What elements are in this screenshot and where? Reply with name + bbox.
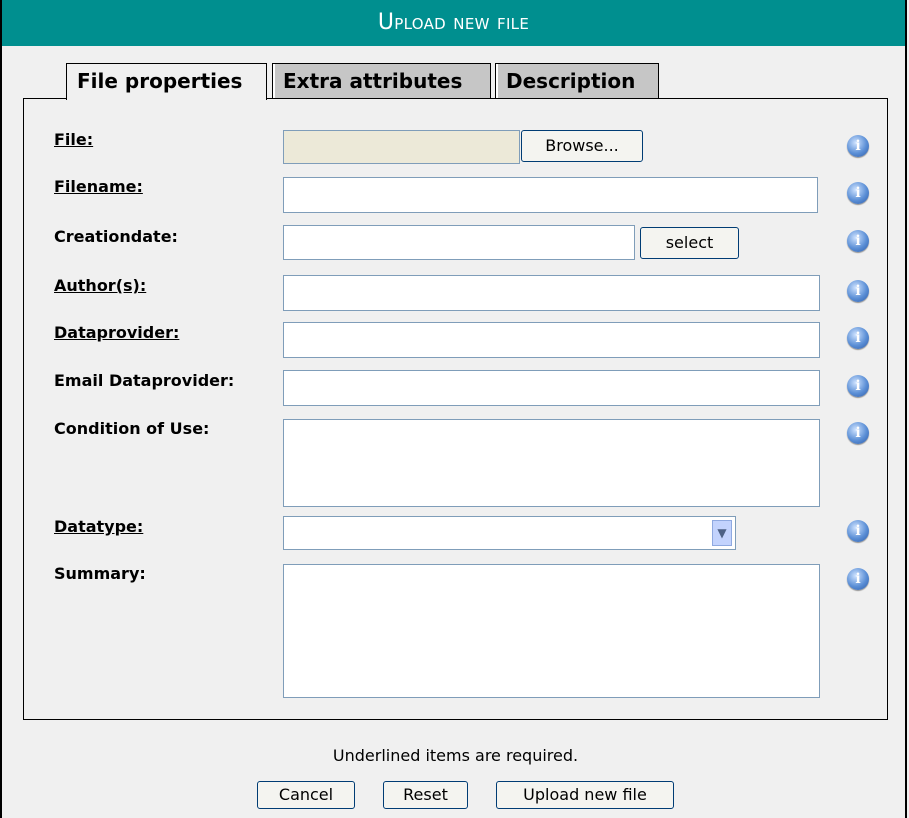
upload-dialog: Upload new file File properties Extra at… <box>0 0 907 818</box>
creationdate-label: Creationdate: <box>54 227 178 246</box>
dataprovider-info-icon[interactable]: i <box>847 327 869 349</box>
browse-button[interactable]: Browse... <box>521 130 643 162</box>
authors-label: Author(s): <box>54 276 147 295</box>
file-label: File: <box>54 130 94 149</box>
authors-input[interactable] <box>283 275 820 311</box>
tab-extra-attributes[interactable]: Extra attributes <box>272 63 491 98</box>
datatype-info-icon[interactable]: i <box>847 520 869 542</box>
datatype-select[interactable]: ▼ <box>283 516 736 550</box>
email-dataprovider-input[interactable] <box>283 370 820 406</box>
datatype-label: Datatype: <box>54 517 144 536</box>
file-info-icon[interactable]: i <box>847 135 869 157</box>
creationdate-input[interactable] <box>283 225 635 260</box>
condition-of-use-textarea[interactable] <box>283 419 820 507</box>
upload-new-file-button[interactable]: Upload new file <box>496 781 674 809</box>
cancel-button[interactable]: Cancel <box>257 781 355 809</box>
dialog-title-bar: Upload new file <box>2 0 905 46</box>
tab-file-properties[interactable]: File properties <box>66 63 267 100</box>
authors-info-icon[interactable]: i <box>847 280 869 302</box>
file-properties-panel: File: Browse... i Filename: i Creationda… <box>23 98 888 720</box>
dataprovider-input[interactable] <box>283 322 820 358</box>
condition-of-use-label: Condition of Use: <box>54 419 210 438</box>
dialog-title: Upload new file <box>377 10 530 35</box>
dataprovider-label: Dataprovider: <box>54 323 180 342</box>
filename-label: Filename: <box>54 177 143 196</box>
creationdate-info-icon[interactable]: i <box>847 230 869 252</box>
summary-info-icon[interactable]: i <box>847 568 869 590</box>
tab-description[interactable]: Description <box>495 63 659 98</box>
filename-info-icon[interactable]: i <box>847 182 869 204</box>
email-dataprovider-label: Email Dataprovider: <box>54 371 235 390</box>
reset-button[interactable]: Reset <box>383 781 468 809</box>
required-note: Underlined items are required. <box>332 746 579 765</box>
select-date-button[interactable]: select <box>640 227 739 259</box>
condition-of-use-info-icon[interactable]: i <box>847 422 869 444</box>
file-path-input[interactable] <box>283 130 520 164</box>
filename-input[interactable] <box>283 177 818 213</box>
email-dataprovider-info-icon[interactable]: i <box>847 375 869 397</box>
chevron-down-icon[interactable]: ▼ <box>712 520 732 546</box>
summary-textarea[interactable] <box>283 564 820 698</box>
summary-label: Summary: <box>54 564 146 583</box>
